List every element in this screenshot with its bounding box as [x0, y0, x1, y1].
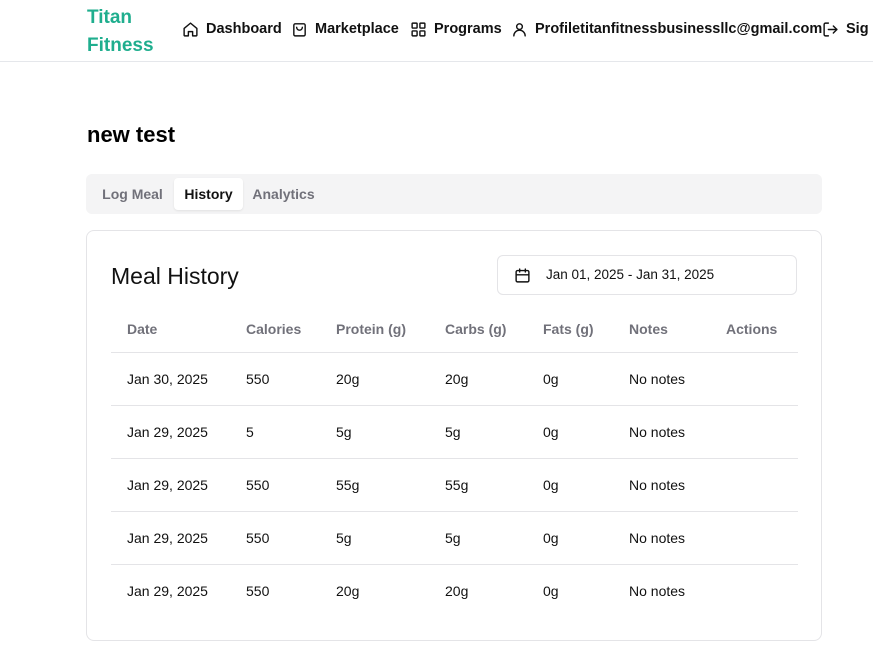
- tab-analytics[interactable]: Analytics: [243, 178, 324, 210]
- column-header-actions: Actions: [710, 307, 798, 353]
- cell-date: Jan 29, 2025: [111, 405, 230, 459]
- cell-fats: 0g: [527, 511, 613, 565]
- nav-profile[interactable]: Profiletitanfitnessbusinessllc@gmail.com: [511, 18, 822, 40]
- cell-carbs: 55g: [429, 458, 527, 512]
- table-header-row: Date Calories Protein (g) Carbs (g) Fats…: [111, 307, 798, 353]
- nav-sign-out[interactable]: Sig: [822, 18, 869, 40]
- shopping-bag-icon: [293, 22, 306, 37]
- nav-programs[interactable]: Programs: [410, 18, 502, 40]
- cell-fats: 0g: [543, 582, 559, 599]
- cell-calories: 550: [246, 582, 270, 599]
- cell-fats: 0g: [527, 405, 613, 459]
- cell-date: Jan 29, 2025: [127, 582, 208, 599]
- cell-calories: 550: [230, 352, 320, 406]
- cell-actions: [710, 352, 798, 406]
- cell-date: Jan 29, 2025: [111, 511, 230, 565]
- cell-protein: 5g: [320, 405, 429, 459]
- nav-profile-label: Profiletitanfitnessbusinessllc@gmail.com: [535, 21, 823, 37]
- nav-marketplace-label: Marketplace: [315, 21, 399, 37]
- cell-calories: 5: [230, 405, 320, 459]
- tab-list: Log Meal History Analytics: [86, 174, 822, 214]
- nav-programs-label: Programs: [434, 21, 502, 37]
- cell-notes: No notes: [613, 511, 710, 565]
- cell-actions: [710, 564, 798, 617]
- cell-carbs: 5g: [429, 405, 527, 459]
- cell-protein: 20g: [336, 582, 360, 599]
- tab-log-meal[interactable]: Log Meal: [91, 178, 174, 210]
- meal-history-table: Date Calories Protein (g) Carbs (g) Fats…: [111, 307, 798, 617]
- meal-history-card: Meal History Jan 01, 2025 - Jan 31, 2025…: [86, 230, 822, 641]
- column-header-protein: Protein (g): [320, 307, 429, 353]
- cell-carbs: 20g: [429, 352, 527, 406]
- cell-carbs: 20g: [445, 582, 469, 599]
- cell-notes: No notes: [629, 582, 686, 599]
- date-range-value: Jan 01, 2025 - Jan 31, 2025: [546, 267, 715, 282]
- column-header-carbs: Carbs (g): [429, 307, 527, 353]
- cell-protein: 20g: [320, 352, 429, 406]
- cell-fats: 0g: [527, 458, 613, 512]
- column-header-date: Date: [111, 307, 230, 353]
- cell-notes: No notes: [613, 405, 710, 459]
- cell-fats: 0g: [527, 352, 613, 406]
- logout-icon: [823, 21, 838, 37]
- home-icon: [183, 21, 198, 37]
- table-row: Jan 29, 2025 550 55g 55g 0g No notes: [111, 458, 798, 512]
- nav-sign-out-label: Sig: [846, 21, 869, 37]
- cell-protein: 5g: [320, 511, 429, 565]
- user-icon: [513, 22, 526, 37]
- date-range-picker[interactable]: Jan 01, 2025 - Jan 31, 2025: [497, 255, 797, 295]
- cell-notes: No notes: [613, 352, 710, 406]
- grid-icon: [411, 21, 426, 37]
- meal-history-title: Meal History: [111, 263, 239, 289]
- cell-protein: 55g: [320, 458, 429, 512]
- table-row: Jan 30, 2025 550 20g 20g 0g No notes: [111, 352, 798, 406]
- nav-dashboard-label: Dashboard: [206, 21, 282, 37]
- cell-actions: [710, 511, 798, 565]
- table-row: Jan 29, 2025 5 5g 5g 0g No notes: [111, 405, 798, 459]
- tab-history[interactable]: History: [174, 178, 243, 210]
- cell-date: Jan 29, 2025: [111, 458, 230, 512]
- cell-calories: 550: [230, 511, 320, 565]
- table-row: Jan 29, 2025 550 20g 20g 0g No notes: [111, 564, 798, 617]
- brand-logo[interactable]: Titan Fitness: [87, 4, 167, 60]
- page-title: new test: [87, 122, 176, 147]
- table-row: Jan 29, 2025 550 5g 5g 0g No notes: [111, 511, 798, 565]
- calendar-icon: [515, 268, 530, 283]
- column-header-fats: Fats (g): [527, 307, 613, 353]
- nav-marketplace[interactable]: Marketplace: [291, 18, 399, 40]
- cell-notes: No notes: [613, 458, 710, 512]
- cell-actions: [710, 458, 798, 512]
- top-nav-bar: Titan Fitness Dashboard Marketplace Prog…: [0, 0, 873, 62]
- column-header-calories: Calories: [230, 307, 320, 353]
- cell-calories: 550: [230, 458, 320, 512]
- nav-dashboard[interactable]: Dashboard: [182, 18, 282, 40]
- cell-carbs: 5g: [429, 511, 527, 565]
- cell-date: Jan 30, 2025: [111, 352, 230, 406]
- cell-actions: [710, 405, 798, 459]
- column-header-notes: Notes: [613, 307, 710, 353]
